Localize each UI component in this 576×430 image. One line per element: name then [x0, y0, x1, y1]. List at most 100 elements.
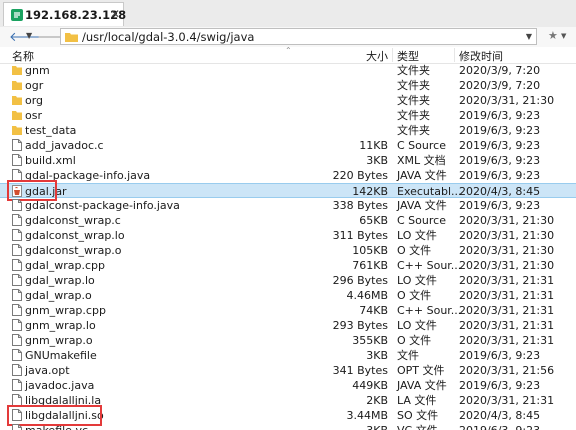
file-icon [12, 259, 22, 271]
connection-icon [11, 9, 23, 21]
table-row[interactable]: gdal_wrap.lo 296 Bytes LO 文件 2020/3/31, 21:… [0, 273, 576, 288]
table-row[interactable]: test_data 文件夹 2019/6/3, 9:23 [0, 123, 576, 138]
file-date: 2019/6/3, 9:23 [459, 423, 540, 430]
file-icon [12, 274, 22, 286]
file-date: 2020/3/31, 21:30 [459, 214, 555, 227]
file-icon [12, 349, 22, 361]
file-list: gnm 文件夹 2020/3/9, 7:20 ogr 文件夹 2020/3/9, 7:20… [0, 63, 576, 430]
file-type: 文件夹 [397, 64, 430, 77]
table-row[interactable]: gdal-package-info.java 220 Bytes JAVA 文件 20… [0, 168, 576, 183]
file-name: test_data [25, 124, 77, 137]
file-type: LA 文件 [397, 394, 437, 407]
table-row[interactable]: javadoc.java 449KB JAVA 文件 2019/6/3, 9:23 [0, 378, 576, 393]
file-date: 2020/3/31, 21:30 [459, 229, 555, 242]
table-row[interactable]: gnm 文件夹 2020/3/9, 7:20 [0, 63, 576, 78]
file-type: 文件夹 [397, 94, 430, 107]
table-row[interactable]: makefile.vc 3KB VC 文件 2019/6/3, 9:23 [0, 423, 576, 430]
file-type: Executabl... [397, 185, 462, 198]
table-row[interactable]: gdalconst_wrap.lo 311 Bytes LO 文件 2020/3/31… [0, 228, 576, 243]
file-name: gnm_wrap.o [25, 334, 93, 347]
table-row[interactable]: osr 文件夹 2019/6/3, 9:23 [0, 108, 576, 123]
file-date: 2020/3/31, 21:56 [459, 364, 555, 377]
file-size: 449KB [352, 379, 388, 392]
folder-icon [12, 81, 22, 90]
table-row[interactable]: gdal_wrap.cpp 761KB C++ Sour... 2020/3/31, … [0, 258, 576, 273]
folder-icon [12, 66, 22, 75]
column-date[interactable]: 修改时间 [459, 48, 503, 64]
history-dropdown-icon[interactable]: ▼ [26, 31, 32, 40]
column-size[interactable]: 大小 [366, 48, 388, 64]
table-row[interactable]: org 文件夹 2020/3/31, 21:30 [0, 93, 576, 108]
file-type: 文件夹 [397, 79, 430, 92]
file-icon [12, 379, 22, 391]
table-row[interactable]: gdal.jar 142KB Executabl... 2020/4/3, 8:45 [0, 183, 576, 198]
bookmark-star-icon[interactable]: ★ [548, 29, 558, 42]
file-size: 2KB [366, 394, 388, 407]
file-date: 2020/3/9, 7:20 [459, 64, 541, 77]
file-size: 341 Bytes [332, 364, 388, 377]
file-name: ogr [25, 79, 44, 92]
path-dropdown-icon[interactable]: ▼ [526, 32, 532, 41]
table-row[interactable]: gnm_wrap.o 355KB O 文件 2020/3/31, 21:31 [0, 333, 576, 348]
file-date: 2019/6/3, 9:23 [459, 109, 541, 122]
file-size: 74KB [359, 304, 388, 317]
table-row[interactable]: gnm_wrap.cpp 74KB C++ Sour... 2020/3/31, 21… [0, 303, 576, 318]
file-name: gdal_wrap.cpp [25, 259, 106, 272]
file-size: 338 Bytes [332, 199, 388, 212]
folder-icon [12, 126, 22, 135]
file-date: 2020/3/31, 21:30 [459, 244, 555, 257]
file-size: 311 Bytes [332, 229, 388, 242]
folder-icon [65, 33, 78, 42]
table-row[interactable]: build.xml 3KB XML 文档 2019/6/3, 9:23 [0, 153, 576, 168]
file-type: 文件夹 [397, 109, 430, 122]
file-name: gnm_wrap.cpp [25, 304, 106, 317]
table-row[interactable]: gdalconst_wrap.o 105KB O 文件 2020/3/31, 21:3… [0, 243, 576, 258]
table-row[interactable]: gdalconst_wrap.c 65KB C Source 2020/3/31, 2… [0, 213, 576, 228]
file-date: 2019/6/3, 9:23 [459, 169, 541, 182]
file-date: 2020/3/31, 21:30 [459, 259, 555, 272]
tab-bar: 192.168.23.128 ✕ [0, 0, 576, 28]
column-divider[interactable] [454, 48, 455, 62]
file-size: 3KB [366, 423, 388, 430]
file-name: org [25, 94, 44, 107]
table-row[interactable]: gdal_wrap.o 4.46MB O 文件 2020/3/31, 21:31 [0, 288, 576, 303]
file-size: 761KB [352, 259, 388, 272]
table-row[interactable]: add_javadoc.c 11KB C Source 2019/6/3, 9:23 [0, 138, 576, 153]
path-field[interactable]: /usr/local/gdal-3.0.4/swig/java ▼ [60, 28, 537, 45]
file-name: makefile.vc [25, 423, 88, 430]
file-name: gnm_wrap.lo [25, 319, 96, 332]
file-size: 3KB [366, 349, 388, 362]
file-type: LO 文件 [397, 229, 437, 242]
file-icon [12, 289, 22, 301]
column-name[interactable]: 名称 [12, 48, 34, 64]
file-type: O 文件 [397, 289, 432, 302]
file-icon [12, 319, 22, 331]
tab-connection[interactable]: 192.168.23.128 ✕ [3, 2, 126, 26]
file-name: gdalconst_wrap.lo [25, 229, 125, 242]
file-name: java.opt [25, 364, 70, 377]
close-icon[interactable]: ✕ [110, 7, 120, 21]
file-type: JAVA 文件 [397, 169, 447, 182]
table-row[interactable]: gnm_wrap.lo 293 Bytes LO 文件 2020/3/31, 21:3… [0, 318, 576, 333]
file-type: LO 文件 [397, 319, 437, 332]
file-icon [12, 229, 22, 241]
bookmark-dropdown-icon[interactable]: ▼ [561, 32, 566, 40]
table-row[interactable]: gdalconst-package-info.java 338 Bytes JAVA… [0, 198, 576, 213]
file-date: 2020/3/31, 21:31 [459, 304, 555, 317]
file-name: gdalconst-package-info.java [25, 199, 180, 212]
file-type: LO 文件 [397, 274, 437, 287]
file-size: 296 Bytes [332, 274, 388, 287]
file-date: 2019/6/3, 9:23 [459, 154, 541, 167]
table-row[interactable]: GNUmakefile 3KB 文件 2019/6/3, 9:23 [0, 348, 576, 363]
file-size: 3KB [366, 154, 388, 167]
folder-icon [12, 111, 22, 120]
table-row[interactable]: java.opt 341 Bytes OPT 文件 2020/3/31, 21:56 [0, 363, 576, 378]
file-name: osr [25, 109, 42, 122]
file-date: 2019/6/3, 9:23 [459, 379, 541, 392]
table-row[interactable]: ogr 文件夹 2020/3/9, 7:20 [0, 78, 576, 93]
column-type[interactable]: 类型 [397, 48, 419, 64]
column-divider[interactable] [392, 48, 393, 62]
file-size: 65KB [359, 214, 388, 227]
file-size: 220 Bytes [332, 169, 388, 182]
file-date: 2020/3/31, 21:31 [459, 274, 555, 287]
